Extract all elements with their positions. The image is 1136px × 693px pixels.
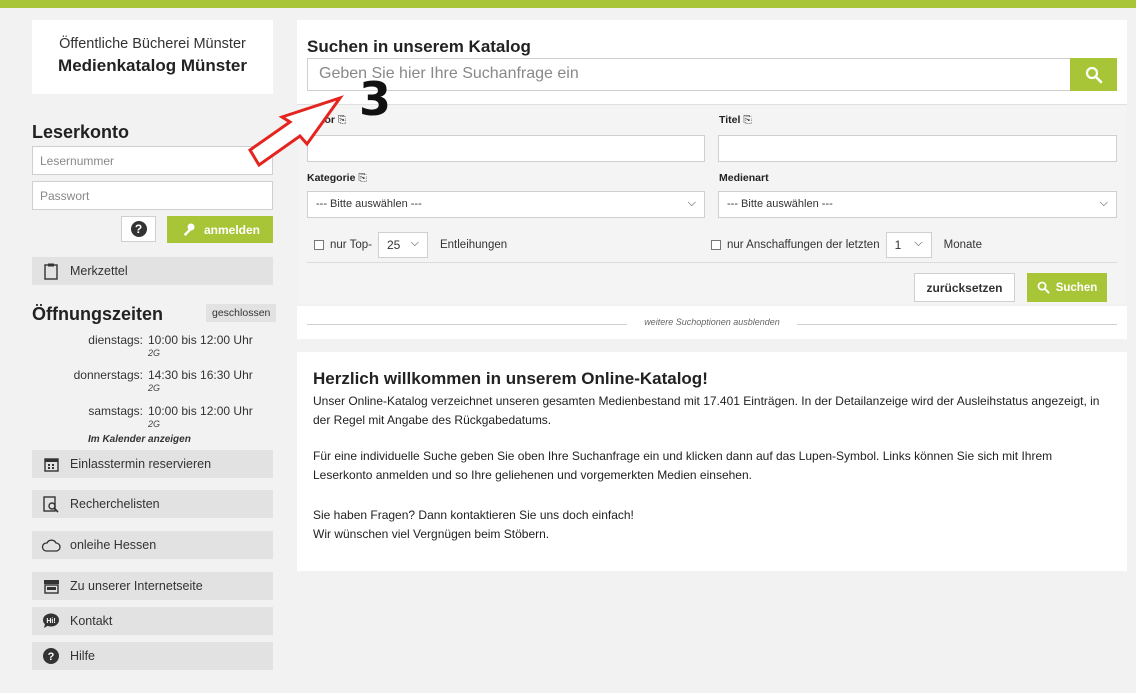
welcome-paragraph: Unser Online-Katalog verzeichnet unseren…	[313, 394, 1100, 427]
chat-hi-icon: Hi!	[32, 613, 70, 629]
title-field[interactable]	[718, 135, 1117, 162]
clipboard-icon	[32, 263, 70, 280]
sidebar-item-label: Hilfe	[70, 649, 96, 663]
welcome-paragraph: Für eine individuelle Suche geben Sie ob…	[313, 449, 1053, 482]
top-accent-bar	[0, 0, 1136, 8]
password-input[interactable]: Passwort	[32, 181, 273, 210]
category-label: Kategorie ⎘	[307, 172, 367, 185]
merkzettel-link[interactable]: Merkzettel	[32, 257, 273, 285]
index-search-icon[interactable]: ⎘	[743, 114, 751, 126]
search-icon	[1037, 281, 1050, 294]
sidebar-item-einlasstermin[interactable]: Einlasstermin reservieren	[32, 450, 273, 478]
catalog-name: Medienkatalog Münster	[58, 56, 247, 75]
reset-button[interactable]: zurücksetzen	[914, 273, 1015, 302]
chevron-down-icon: ⌵	[687, 197, 696, 209]
acq-suffix: Monate	[943, 239, 982, 251]
search-icon	[1085, 66, 1102, 83]
hours-day: donnerstags:	[73, 368, 143, 382]
hours-time: 10:00 bis 12:00 Uhr	[148, 404, 253, 418]
login-label: anmelden	[203, 222, 260, 237]
sidebar-item-label: Recherchelisten	[70, 497, 160, 511]
search-title: Suchen in unserem Katalog	[307, 37, 531, 56]
hours-heading: Öffnungszeiten	[32, 304, 163, 324]
months-select[interactable]: 1 ⌵	[885, 232, 932, 258]
search-panel: Suchen in unserem Katalog Geben Sie hier…	[297, 20, 1127, 104]
hours-time: 14:30 bis 16:30 Uhr	[148, 368, 253, 382]
login-button[interactable]: anmelden	[167, 216, 273, 243]
welcome-paragraph: Sie haben Fragen? Dann kontaktieren Sie …	[313, 508, 634, 522]
sidebar-item-label: Zu unserer Internetseite	[70, 579, 203, 593]
account-heading: Leserkonto	[32, 122, 130, 142]
welcome-title: Herzlich willkommen in unserem Online-Ka…	[313, 369, 708, 388]
help-icon: ?	[32, 648, 70, 664]
sidebar-item-label: Kontakt	[70, 614, 113, 628]
options-toggle-text[interactable]: weitere Suchoptionen ausblenden	[297, 317, 1127, 327]
title-label: Titel ⎘	[719, 114, 752, 127]
help-icon: ?	[130, 221, 147, 237]
library-name: Öffentliche Bücherei Münster	[59, 36, 246, 52]
calendar-icon	[32, 457, 70, 472]
acquisitions-filter: nur Anschaffungen der letzten 1 ⌵ Monate	[711, 232, 982, 258]
annotation-number: 3	[359, 72, 392, 126]
key-icon	[183, 223, 195, 236]
cloud-icon	[32, 539, 70, 552]
search-input[interactable]: Geben Sie hier Ihre Suchanfrage ein	[307, 58, 1071, 91]
chevron-down-icon: ⌵	[1099, 197, 1108, 209]
sidebar-item-website[interactable]: Zu unserer Internetseite	[32, 572, 273, 600]
top-prefix: nur Top-	[330, 239, 372, 251]
acq-prefix: nur Anschaffungen der letzten	[727, 239, 880, 251]
login-help-button[interactable]: ?	[121, 216, 156, 242]
sidebar-item-recherchelisten[interactable]: Recherchelisten	[32, 490, 273, 518]
hours-time: 10:00 bis 12:00 Uhr	[148, 333, 253, 347]
media-select-value: --- Bitte auswählen ---	[727, 198, 833, 210]
media-type-select[interactable]: --- Bitte auswählen --- ⌵	[718, 191, 1117, 218]
sidebar-item-hilfe[interactable]: ? Hilfe	[32, 642, 273, 670]
welcome-paragraph: Wir wünschen viel Vergnügen beim Stöbern…	[313, 527, 550, 541]
advanced-search-panel: Autor ⎘ Titel ⎘ Kategorie ⎘ --- Bitte au…	[297, 104, 1127, 304]
status-badge: geschlossen	[206, 304, 277, 322]
divider	[307, 262, 1117, 263]
sidebar-item-kontakt[interactable]: Hi! Kontakt	[32, 607, 273, 635]
options-toggle[interactable]: weitere Suchoptionen ausblenden	[297, 306, 1127, 339]
reader-number-input[interactable]: Lesernummer	[32, 146, 273, 175]
search-submit-button[interactable]	[1070, 58, 1117, 91]
svg-text:Hi!: Hi!	[46, 618, 55, 625]
top-count-select[interactable]: 25 ⌵	[377, 232, 428, 258]
media-label: Medienart	[719, 172, 769, 184]
calendar-link[interactable]: Im Kalender anzeigen	[88, 434, 191, 445]
search-button[interactable]: Suchen	[1027, 273, 1107, 302]
hours-tag: 2G	[148, 383, 161, 393]
acquisitions-checkbox[interactable]	[711, 240, 721, 250]
months-value: 1	[894, 238, 902, 252]
brand[interactable]: Öffentliche Bücherei Münster Medienkatal…	[32, 20, 273, 94]
search-button-label: Suchen	[1055, 281, 1098, 294]
welcome-panel: Herzlich willkommen in unserem Online-Ka…	[297, 352, 1127, 571]
hours-tag: 2G	[148, 348, 161, 358]
sidebar: Öffentliche Bücherei Münster Medienkatal…	[32, 20, 277, 670]
merkzettel-label: Merkzettel	[70, 264, 128, 278]
title-label-text: Titel	[719, 114, 741, 126]
chevron-down-icon: ⌵	[410, 237, 419, 249]
chevron-down-icon: ⌵	[914, 237, 923, 249]
top-count-value: 25	[386, 238, 401, 252]
index-search-icon[interactable]: ⎘	[358, 172, 366, 184]
hours-day: samstags:	[88, 404, 143, 418]
category-label-text: Kategorie	[307, 172, 356, 184]
category-select-value: --- Bitte auswählen ---	[316, 198, 422, 210]
hours-tag: 2G	[148, 419, 161, 429]
sidebar-item-label: Einlasstermin reservieren	[70, 457, 212, 471]
top-suffix: Entleihungen	[439, 239, 508, 251]
category-select[interactable]: --- Bitte auswählen --- ⌵	[307, 191, 705, 218]
hours-day: dienstags:	[88, 333, 143, 347]
list-search-icon	[32, 495, 70, 513]
top-loans-filter: nur Top- 25 ⌵ Entleihungen	[314, 232, 507, 258]
sidebar-item-onleihe[interactable]: onleihe Hessen	[32, 531, 273, 559]
sidebar-item-label: onleihe Hessen	[70, 538, 157, 552]
store-icon	[32, 579, 70, 594]
svg-text:?: ?	[48, 651, 55, 663]
top-loans-checkbox[interactable]	[314, 240, 324, 250]
